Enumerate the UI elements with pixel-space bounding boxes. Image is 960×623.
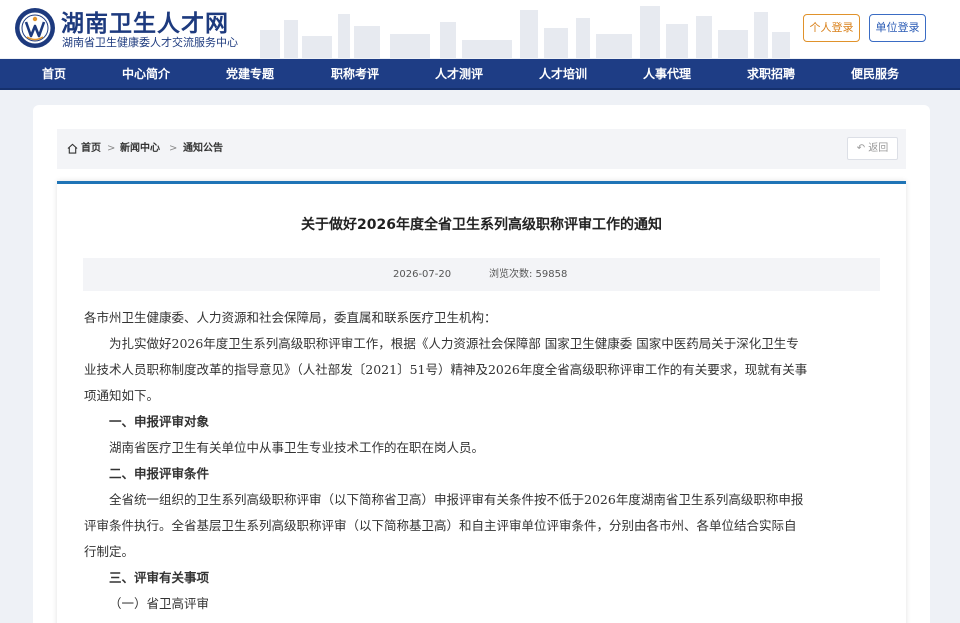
back-button-label: 返回 <box>868 143 889 154</box>
nav-item-home[interactable]: 首页 <box>42 59 66 90</box>
article-meta: 2026-07-20 浏览次数: 59858 <box>83 258 880 291</box>
nav-item-party[interactable]: 党建专题 <box>226 59 274 90</box>
paragraph-intro-cont: 业技术人员职称制度改革的指导意见》（人社部发〔2021〕51号）精神及2026年… <box>84 362 808 377</box>
paragraph-intro: 为扎实做好2026年度卫生系列高级职称评审工作，根据《人力资源社会保障部 国家卫… <box>109 336 799 351</box>
breadcrumb-news[interactable]: 新闻中心 <box>120 129 160 169</box>
nav-item-training[interactable]: 人才培训 <box>539 59 587 90</box>
home-icon <box>67 143 78 154</box>
nav-item-title-eval[interactable]: 职称考评 <box>331 59 379 90</box>
paragraph-intro-end: 项通知如下。 <box>84 388 160 403</box>
article-body: 各市州卫生健康委、人力资源和社会保障局，委直属和联系医疗卫生机构： 为扎实做好2… <box>84 305 884 617</box>
breadcrumb-home[interactable]: 首页 <box>81 129 101 169</box>
paragraph-conditions-end: 行制定。 <box>84 544 135 559</box>
paragraph-conditions-cont: 评审条件执行。全省基层卫生系列高级职称评审（以下简称基卫高）和自主评审单位评审条… <box>84 518 797 533</box>
article-panel: 关于做好2026年度全省卫生系列高级职称评审工作的通知 2026-07-20 浏… <box>57 181 906 623</box>
content-card: 首页 > 新闻中心 > 通知公告 ↶ 返回 关于做好2026年度全省卫生系列高级… <box>33 105 930 623</box>
back-arrow-icon: ↶ <box>856 143 866 154</box>
unit-login-button[interactable]: 单位登录 <box>869 14 926 42</box>
nav-item-recruitment[interactable]: 求职招聘 <box>747 59 795 90</box>
site-title: 湖南卫生人才网 <box>61 11 229 37</box>
publish-date: 2026-07-20 <box>393 269 452 280</box>
view-count: 浏览次数: 59858 <box>489 269 568 280</box>
main-nav: 首页 中心简介 党建专题 职称考评 人才测评 人才培训 人事代理 求职招聘 便民… <box>0 59 960 90</box>
city-skyline-decoration <box>260 6 790 58</box>
breadcrumb-notice[interactable]: 通知公告 <box>183 129 223 169</box>
nav-item-talent-assessment[interactable]: 人才测评 <box>435 59 483 90</box>
personal-login-button[interactable]: 个人登录 <box>803 14 860 42</box>
logo-emblem-icon <box>15 8 55 48</box>
paragraph-salutation: 各市州卫生健康委、人力资源和社会保障局，委直属和联系医疗卫生机构： <box>84 310 497 325</box>
breadcrumb-separator: > <box>169 143 178 154</box>
nav-item-personnel-agency[interactable]: 人事代理 <box>643 59 691 90</box>
paragraph-scope: 湖南省医疗卫生有关单位中从事卫生专业技术工作的在职在岗人员。 <box>109 440 485 455</box>
subsection-heading: （一）省卫高评审 <box>109 596 210 611</box>
paragraph-conditions: 全省统一组织的卫生系列高级职称评审（以下简称省卫高）申报评审有关条件按不低于20… <box>109 492 804 507</box>
breadcrumb: 首页 > 新闻中心 > 通知公告 ↶ 返回 <box>57 129 906 169</box>
breadcrumb-separator: > <box>107 143 116 154</box>
site-subtitle: 湖南省卫生健康委人才交流服务中心 <box>62 36 238 49</box>
site-header: 湖南卫生人才网 湖南省卫生健康委人才交流服务中心 个人登录 单位登录 <box>0 0 960 58</box>
nav-item-services[interactable]: 便民服务 <box>851 59 899 90</box>
section-heading: 二、申报评审条件 <box>109 466 210 481</box>
nav-item-about[interactable]: 中心简介 <box>122 59 170 90</box>
section-heading: 一、申报评审对象 <box>109 414 210 429</box>
back-button[interactable]: ↶ 返回 <box>847 137 898 160</box>
section-heading: 三、评审有关事项 <box>109 570 210 585</box>
article-title: 关于做好2026年度全省卫生系列高级职称评审工作的通知 <box>301 217 662 233</box>
